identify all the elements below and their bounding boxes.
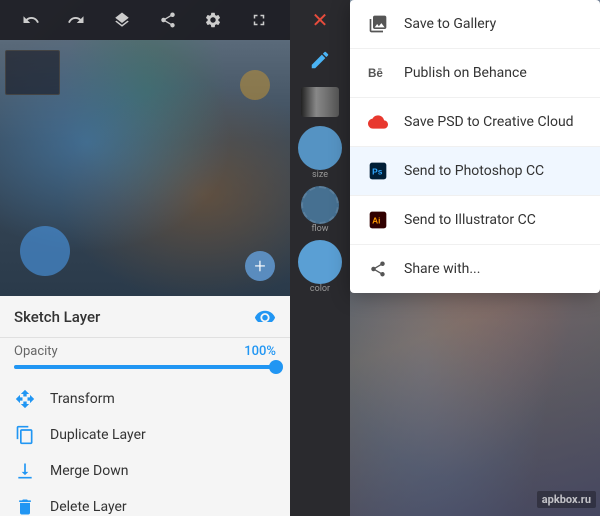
- delete-layer-action[interactable]: Delete Layer: [0, 489, 290, 516]
- illustrator-icon: Ai: [366, 208, 390, 232]
- creative-cloud-icon: [366, 110, 390, 134]
- save-gallery-item[interactable]: Save to Gallery: [350, 0, 600, 49]
- send-illustrator-label: Send to Illustrator CC: [404, 212, 536, 228]
- share-button[interactable]: [154, 6, 182, 34]
- color-label: color: [310, 284, 330, 294]
- transform-label: Transform: [50, 391, 115, 407]
- close-button[interactable]: ✕: [312, 8, 329, 32]
- photoshop-icon: Ps: [366, 159, 390, 183]
- toolbar: [0, 0, 290, 40]
- delete-icon: [14, 497, 36, 516]
- behance-icon: Bē: [366, 61, 390, 85]
- duplicate-label: Duplicate Layer: [50, 427, 146, 443]
- artwork-background: + Sketch Layer Opacity 100%: [0, 0, 290, 516]
- layer-name: Sketch Layer: [14, 308, 100, 326]
- redo-button[interactable]: [62, 6, 90, 34]
- color-control: color: [298, 240, 342, 294]
- brush-preview-tool[interactable]: [300, 84, 340, 120]
- flow-label: flow: [311, 224, 328, 234]
- svg-text:Ps: Ps: [372, 166, 383, 176]
- pencil-tool[interactable]: [300, 42, 340, 78]
- save-psd-label: Save PSD to Creative Cloud: [404, 114, 574, 130]
- send-illustrator-item[interactable]: Ai Send to Illustrator CC: [350, 196, 600, 245]
- flow-circle[interactable]: [301, 186, 339, 224]
- gallery-icon: [366, 12, 390, 36]
- thumbnail: [5, 50, 60, 95]
- merge-icon: [14, 461, 36, 481]
- brush-preview-swatch: [301, 87, 339, 117]
- layers-button[interactable]: [108, 6, 136, 34]
- opacity-slider-container: [0, 363, 290, 377]
- publish-behance-label: Publish on Behance: [404, 65, 527, 81]
- visibility-toggle[interactable]: [254, 306, 276, 327]
- layer-panel: Sketch Layer Opacity 100%: [0, 296, 290, 516]
- brush-panel: ✕ size flow color: [290, 0, 350, 516]
- share-with-icon: [366, 257, 390, 281]
- art-circle-1: [20, 226, 70, 276]
- opacity-slider-thumb[interactable]: [269, 360, 283, 374]
- send-photoshop-label: Send to Photoshop CC: [404, 163, 544, 179]
- duplicate-icon: [14, 425, 36, 445]
- settings-button[interactable]: [199, 6, 227, 34]
- undo-button[interactable]: [17, 6, 45, 34]
- merge-label: Merge Down: [50, 463, 128, 479]
- size-circle[interactable]: [298, 126, 342, 170]
- svg-text:Bē: Bē: [368, 67, 383, 80]
- opacity-value: 100%: [244, 344, 276, 359]
- duplicate-layer-action[interactable]: Duplicate Layer: [0, 417, 290, 453]
- art-circle-2: [240, 70, 270, 100]
- fullscreen-button[interactable]: [245, 6, 273, 34]
- color-circle[interactable]: [298, 240, 342, 284]
- add-layer-button[interactable]: +: [245, 251, 275, 281]
- size-label: size: [312, 170, 328, 180]
- opacity-row: Opacity 100%: [0, 338, 290, 363]
- publish-behance-item[interactable]: Bē Publish on Behance: [350, 49, 600, 98]
- share-with-label: Share with...: [404, 261, 480, 277]
- watermark: apkbox.ru: [537, 491, 596, 508]
- opacity-slider-track[interactable]: [14, 365, 276, 369]
- opacity-label: Opacity: [14, 344, 58, 359]
- flow-control: flow: [301, 186, 339, 234]
- transform-icon: [14, 389, 36, 409]
- layer-actions: Transform Duplicate Layer Merge Down: [0, 377, 290, 516]
- size-control: size: [298, 126, 342, 180]
- canvas-area[interactable]: +: [0, 40, 290, 296]
- merge-down-action[interactable]: Merge Down: [0, 453, 290, 489]
- save-gallery-label: Save to Gallery: [404, 16, 496, 32]
- send-photoshop-item[interactable]: Ps Send to Photoshop CC: [350, 147, 600, 196]
- opacity-slider-fill: [14, 365, 276, 369]
- artwork: +: [0, 40, 290, 296]
- transform-action[interactable]: Transform: [0, 381, 290, 417]
- dropdown-menu: Save to Gallery Bē Publish on Behance Sa…: [350, 0, 600, 293]
- artwork-panel: + Sketch Layer Opacity 100%: [0, 0, 290, 516]
- layer-header: Sketch Layer: [0, 296, 290, 338]
- save-psd-item[interactable]: Save PSD to Creative Cloud: [350, 98, 600, 147]
- share-with-item[interactable]: Share with...: [350, 245, 600, 293]
- delete-label: Delete Layer: [50, 499, 127, 515]
- svg-text:Ai: Ai: [372, 215, 380, 225]
